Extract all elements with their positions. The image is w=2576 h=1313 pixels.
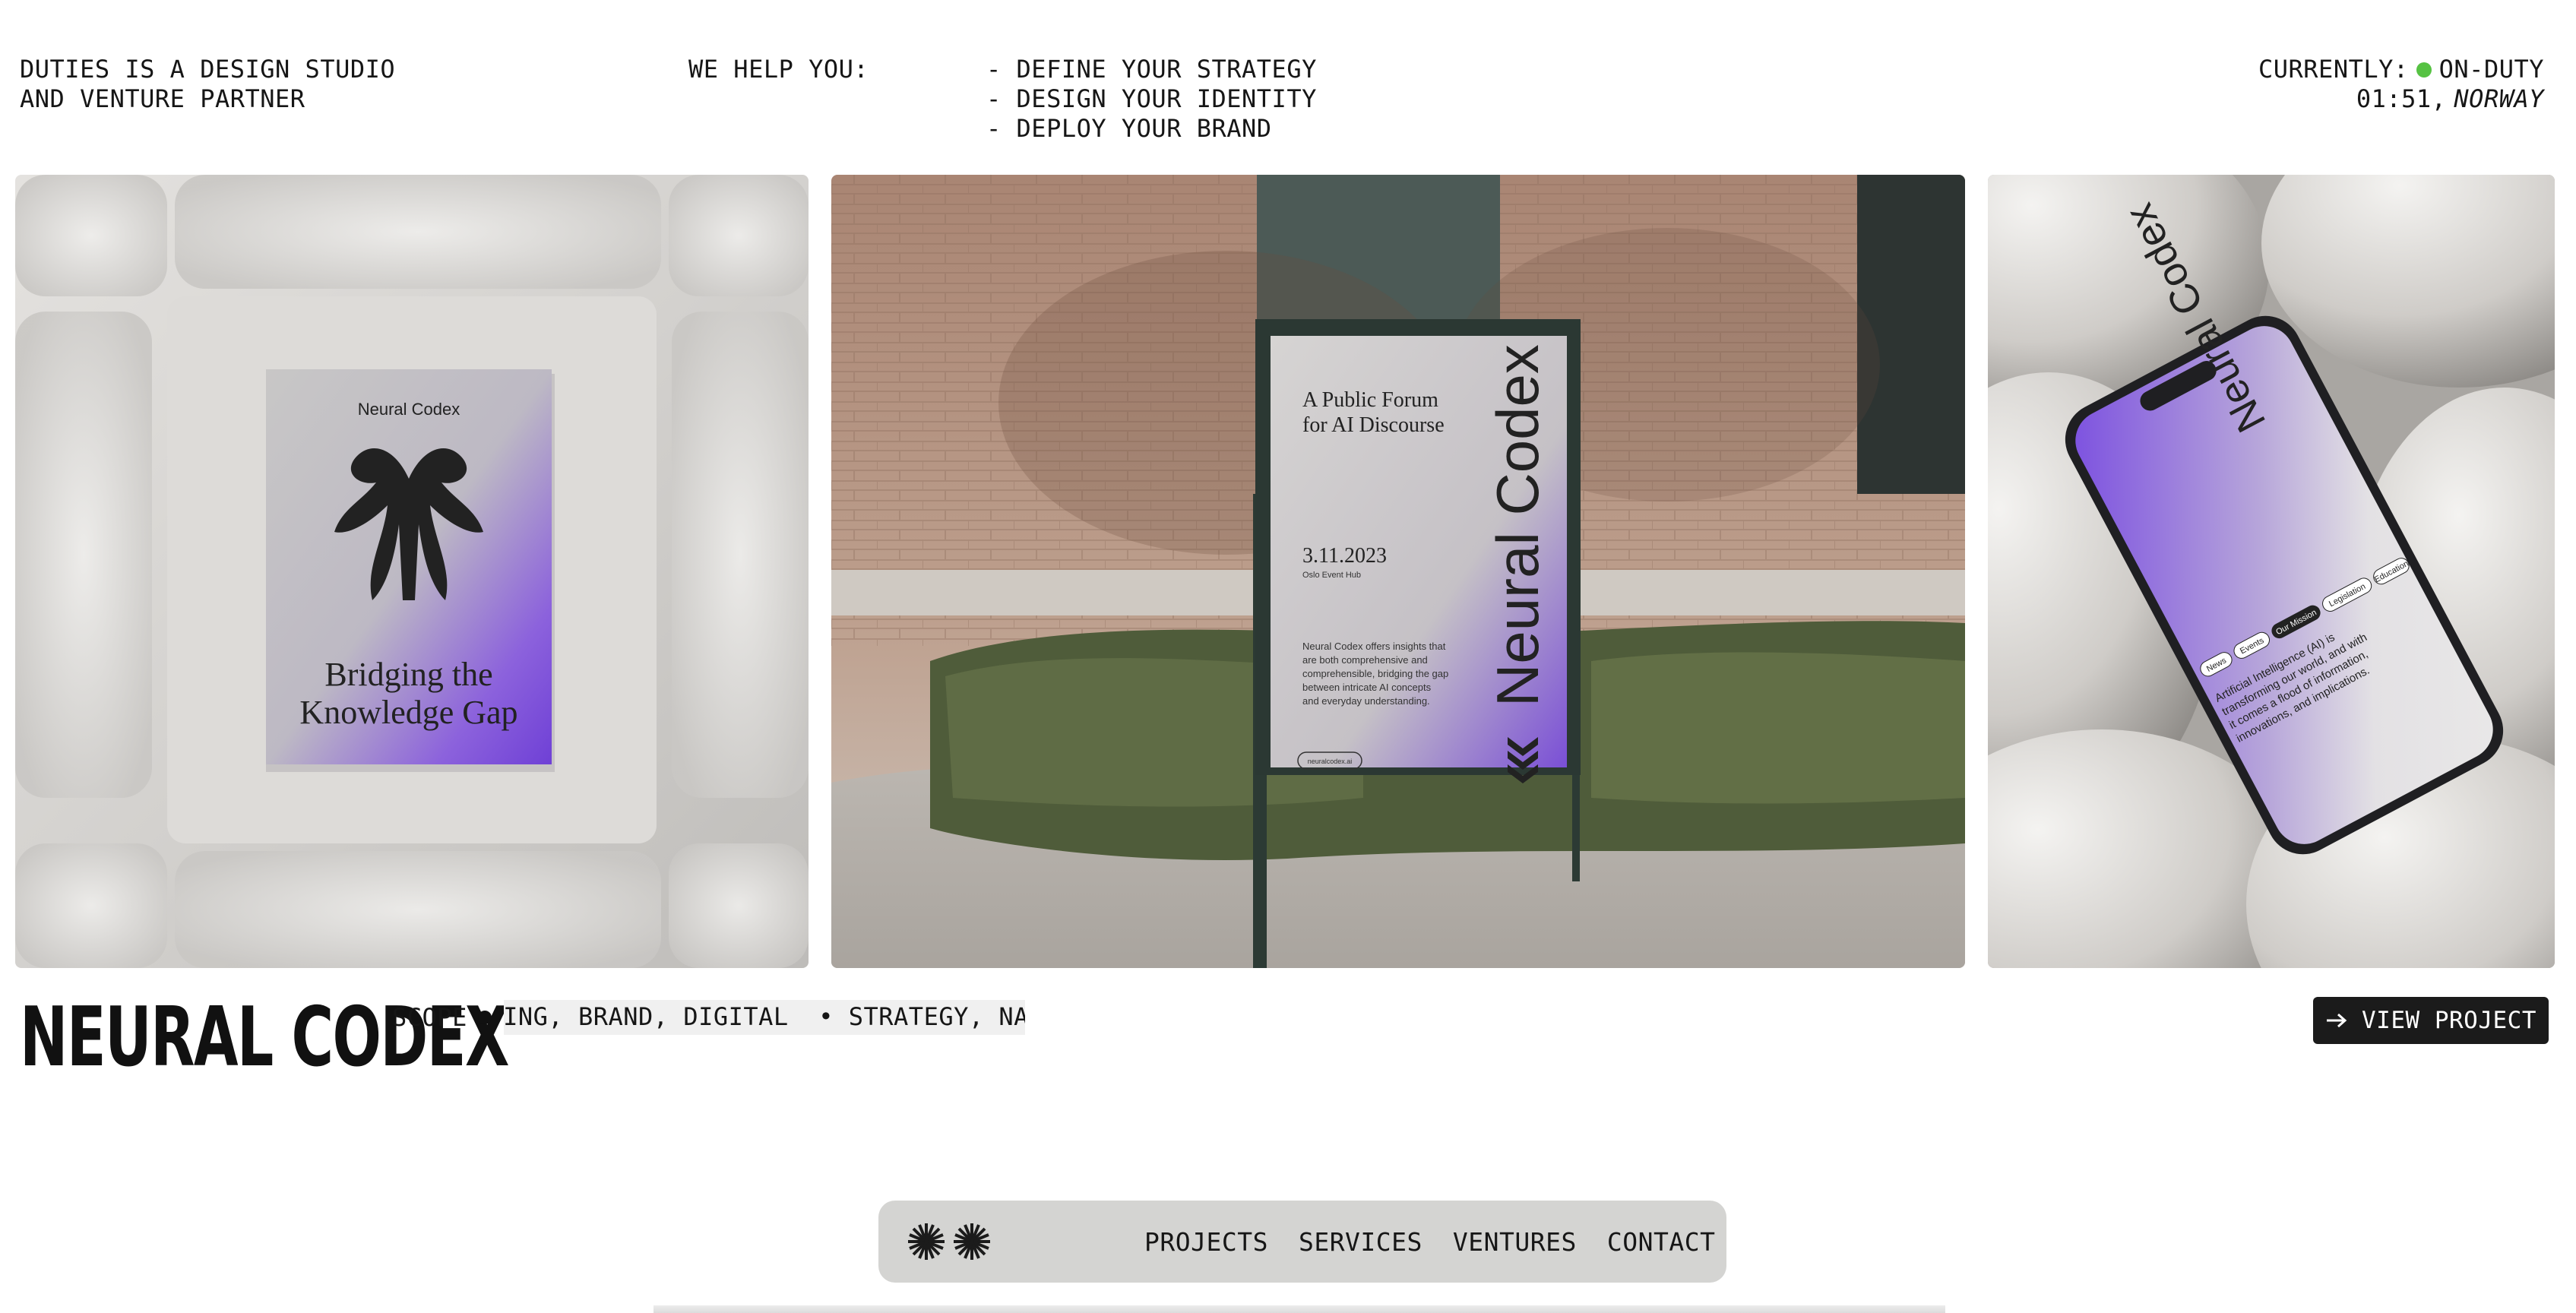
service-item-strategy: - DEFINE YOUR STRATEGY bbox=[986, 55, 1317, 84]
scope-bullet-icon bbox=[477, 1011, 492, 1024]
poster-heading-line1: A Public Forum bbox=[1302, 388, 1438, 412]
service-item-identity: - DESIGN YOUR IDENTITY bbox=[986, 84, 1317, 113]
status-block: CURRENTLY: ON-DUTY 01:51, NORWAY bbox=[2258, 55, 2544, 114]
scope-ticker: NAMING, BRAND, DIGITAL • STRATEGY, NAMIN… bbox=[503, 1000, 1025, 1035]
poster-url: neuralcodex.ai bbox=[1308, 758, 1353, 765]
phone-mockup-illustration: Neural Codex News Events Our Mission Leg… bbox=[1988, 175, 2555, 968]
poster-venue: Oslo Event Hub bbox=[1302, 571, 1361, 580]
poster-body-line2: are both comprehensive and bbox=[1302, 654, 1428, 666]
book-title-line2: Knowledge Gap bbox=[299, 694, 517, 731]
arrow-right-icon bbox=[2327, 1013, 2347, 1028]
starburst-icon bbox=[908, 1223, 945, 1260]
local-time: 01:51, bbox=[2356, 84, 2447, 113]
studio-tagline: DUTIES IS A DESIGN STUDIO AND VENTURE PA… bbox=[20, 55, 395, 114]
help-label: WE HELP YOU: bbox=[688, 55, 869, 84]
status-label: CURRENTLY: bbox=[2258, 55, 2409, 84]
nav-link-services[interactable]: SERVICES bbox=[1299, 1227, 1422, 1257]
poster-body-line1: Neural Codex offers insights that bbox=[1302, 641, 1446, 652]
book-title-line1: Bridging the bbox=[324, 656, 492, 693]
nav-links: PROJECTS SERVICES VENTURES CONTACT bbox=[1144, 1227, 1715, 1257]
page-bottom-edge bbox=[653, 1305, 1945, 1313]
poster-brand-vertical: Neural Codex bbox=[1484, 344, 1551, 707]
studio-logo[interactable] bbox=[906, 1221, 992, 1262]
poster-body-line5: and everyday understanding. bbox=[1302, 695, 1430, 707]
status-dot-icon bbox=[2416, 62, 2432, 78]
starburst-icon bbox=[954, 1223, 990, 1260]
poster-date: 3.11.2023 bbox=[1302, 544, 1387, 568]
view-project-label: VIEW PROJECT bbox=[2362, 1006, 2536, 1034]
location: NORWAY bbox=[2454, 84, 2544, 113]
status-value: ON-DUTY bbox=[2438, 55, 2544, 84]
bottom-nav: PROJECTS SERVICES VENTURES CONTACT bbox=[878, 1201, 1726, 1283]
scope-ticker-text: NAMING, BRAND, DIGITAL • STRATEGY, NAMIN… bbox=[503, 1002, 1025, 1031]
project-scope: SCOPE NAMING, BRAND, DIGITAL • STRATEGY,… bbox=[392, 1000, 1025, 1035]
poster-heading-line2: for AI Discourse bbox=[1302, 413, 1445, 437]
poster-mockup-illustration: A Public Forum for AI Discourse 3.11.202… bbox=[831, 175, 1965, 968]
tagline-line-1: DUTIES IS A DESIGN STUDIO bbox=[20, 55, 396, 84]
nav-link-projects[interactable]: PROJECTS bbox=[1144, 1227, 1268, 1257]
poster-body-line4: between intricate AI concepts bbox=[1302, 682, 1432, 693]
book-mockup-illustration: Neural Codex Bridging the Knowledge Gap bbox=[15, 175, 809, 968]
view-project-button[interactable]: VIEW PROJECT bbox=[2313, 997, 2549, 1044]
services-list: - DEFINE YOUR STRATEGY - DESIGN YOUR IDE… bbox=[986, 55, 1317, 144]
gallery-image-phone[interactable]: Neural Codex News Events Our Mission Leg… bbox=[1988, 175, 2555, 968]
gallery-image-book[interactable]: Neural Codex Bridging the Knowledge Gap bbox=[15, 175, 809, 968]
tagline-line-2: AND VENTURE PARTNER bbox=[20, 84, 305, 113]
nav-link-contact[interactable]: CONTACT bbox=[1607, 1227, 1716, 1257]
poster-body-line3: comprehensible, bridging the gap bbox=[1302, 668, 1448, 679]
gallery-image-poster[interactable]: A Public Forum for AI Discourse 3.11.202… bbox=[831, 175, 1965, 968]
service-item-brand: - DEPLOY YOUR BRAND bbox=[986, 114, 1272, 143]
scope-label: SCOPE bbox=[392, 1002, 467, 1032]
nav-link-ventures[interactable]: VENTURES bbox=[1453, 1227, 1577, 1257]
book-brand: Neural Codex bbox=[358, 400, 460, 419]
